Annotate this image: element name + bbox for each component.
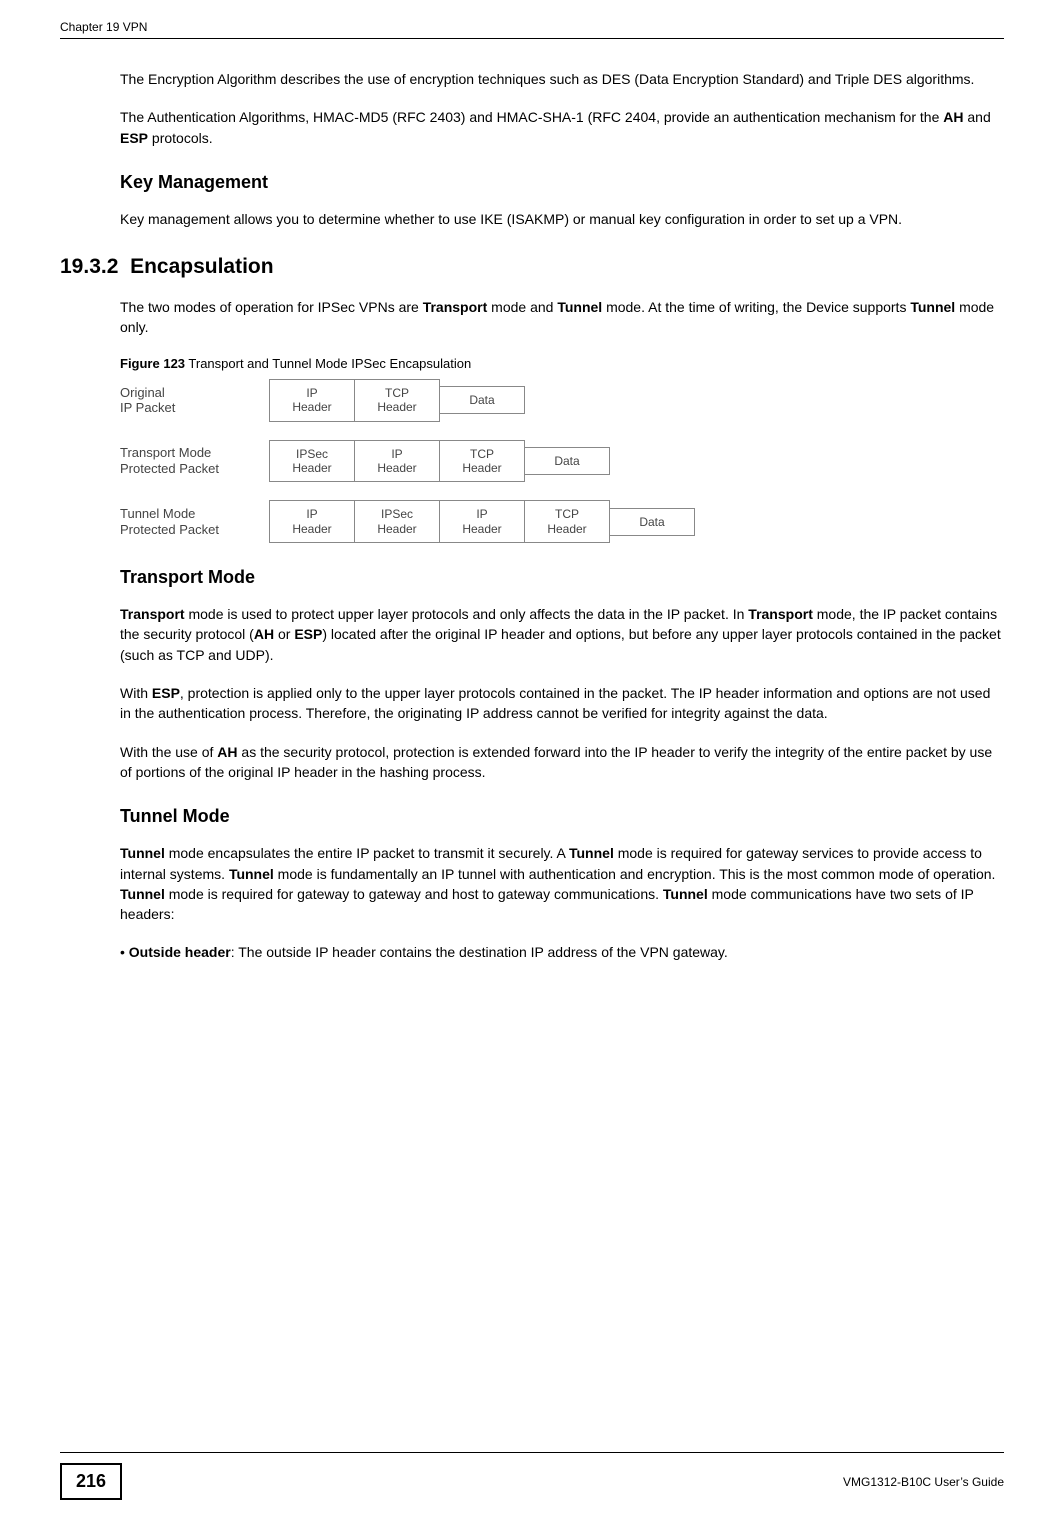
diagram-cell: IP Header — [354, 440, 440, 483]
text: The Authentication Algorithms, HMAC-MD5 … — [120, 109, 943, 125]
section-number: 19.3.2 — [60, 255, 118, 278]
intro-paragraph-1: The Encryption Algorithm describes the u… — [60, 69, 1004, 89]
diagram-cell: IP Header — [269, 379, 355, 422]
diagram-cell: Data — [439, 386, 525, 414]
bold-tunnel: Tunnel — [663, 886, 708, 902]
diagram-cell: Data — [524, 447, 610, 475]
heading-key-management: Key Management — [60, 172, 1004, 193]
bold-tunnel: Tunnel — [557, 299, 602, 315]
diagram-cell: IPSec Header — [269, 440, 355, 483]
heading-tunnel-mode: Tunnel Mode — [60, 806, 1004, 827]
text: : The outside IP header contains the des… — [231, 944, 728, 960]
transport-paragraph-2: With ESP, protection is applied only to … — [60, 683, 1004, 724]
diagram-cell: IPSec Header — [354, 500, 440, 543]
text: and — [963, 109, 990, 125]
bold-transport: Transport — [423, 299, 488, 315]
figure-caption: Figure 123 Transport and Tunnel Mode IPS… — [60, 356, 1004, 371]
text: mode is used to protect upper layer prot… — [185, 606, 749, 622]
diagram-cell: TCP Header — [439, 440, 525, 483]
bold-ah: AH — [217, 744, 237, 760]
diagram-cell: Data — [609, 508, 695, 536]
page-number: 216 — [60, 1463, 122, 1500]
text: protocols. — [148, 130, 213, 146]
running-header: Chapter 19 VPN — [60, 20, 1004, 34]
text: The two modes of operation for IPSec VPN… — [120, 299, 423, 315]
bold-transport: Transport — [748, 606, 813, 622]
diagram-row-original: Original IP Packet IP Header TCP Header … — [120, 379, 1004, 422]
key-management-paragraph: Key management allows you to determine w… — [60, 209, 1004, 229]
encapsulation-diagram: Original IP Packet IP Header TCP Header … — [60, 379, 1004, 543]
text: With — [120, 685, 152, 701]
bold-ah: AH — [254, 626, 274, 642]
transport-paragraph-1: Transport mode is used to protect upper … — [60, 604, 1004, 665]
diagram-cell: TCP Header — [354, 379, 440, 422]
intro-paragraph-2: The Authentication Algorithms, HMAC-MD5 … — [60, 107, 1004, 148]
bold-esp: ESP — [294, 626, 322, 642]
bullet-outside-header: Outside header: The outside IP header co… — [60, 942, 1004, 962]
text: mode is required for gateway to gateway … — [165, 886, 663, 902]
bold-esp: ESP — [152, 685, 180, 701]
diagram-cell: IP Header — [269, 500, 355, 543]
diagram-row-label: Tunnel Mode Protected Packet — [120, 506, 270, 537]
header-rule — [60, 38, 1004, 39]
bold-ah: AH — [943, 109, 963, 125]
footer-guide-title: VMG1312-B10C User’s Guide — [843, 1475, 1004, 1489]
text: mode and — [487, 299, 557, 315]
transport-paragraph-3: With the use of AH as the security proto… — [60, 742, 1004, 783]
tunnel-paragraph-1: Tunnel mode encapsulates the entire IP p… — [60, 843, 1004, 924]
diagram-row-tunnel: Tunnel Mode Protected Packet IP Header I… — [120, 500, 1004, 543]
bold-outside-header: Outside header — [129, 944, 231, 960]
page-footer: 216 VMG1312-B10C User’s Guide — [60, 1452, 1004, 1500]
diagram-row-label: Transport Mode Protected Packet — [120, 445, 270, 476]
bold-tunnel: Tunnel — [229, 866, 274, 882]
text: mode is fundamentally an IP tunnel with … — [274, 866, 996, 882]
heading-encapsulation: 19.3.2 Encapsulation — [60, 255, 1004, 279]
text: or — [274, 626, 294, 642]
bold-transport: Transport — [120, 606, 185, 622]
footer-rule — [60, 1452, 1004, 1453]
text: mode encapsulates the entire IP packet t… — [165, 845, 569, 861]
text: With the use of — [120, 744, 217, 760]
encapsulation-paragraph: The two modes of operation for IPSec VPN… — [60, 297, 1004, 338]
bold-tunnel-2: Tunnel — [910, 299, 955, 315]
bold-tunnel: Tunnel — [120, 886, 165, 902]
diagram-cell: IP Header — [439, 500, 525, 543]
text: , protection is applied only to the uppe… — [120, 685, 990, 721]
section-title: Encapsulation — [130, 255, 274, 278]
diagram-row-label: Original IP Packet — [120, 385, 270, 416]
diagram-cell: TCP Header — [524, 500, 610, 543]
heading-transport-mode: Transport Mode — [60, 567, 1004, 588]
diagram-row-transport: Transport Mode Protected Packet IPSec He… — [120, 440, 1004, 483]
bold-tunnel: Tunnel — [569, 845, 614, 861]
text: as the security protocol, protection is … — [120, 744, 992, 780]
figure-title: Transport and Tunnel Mode IPSec Encapsul… — [185, 356, 471, 371]
bold-esp: ESP — [120, 130, 148, 146]
text: mode. At the time of writing, the Device… — [602, 299, 910, 315]
figure-label: Figure 123 — [120, 356, 185, 371]
bold-tunnel: Tunnel — [120, 845, 165, 861]
